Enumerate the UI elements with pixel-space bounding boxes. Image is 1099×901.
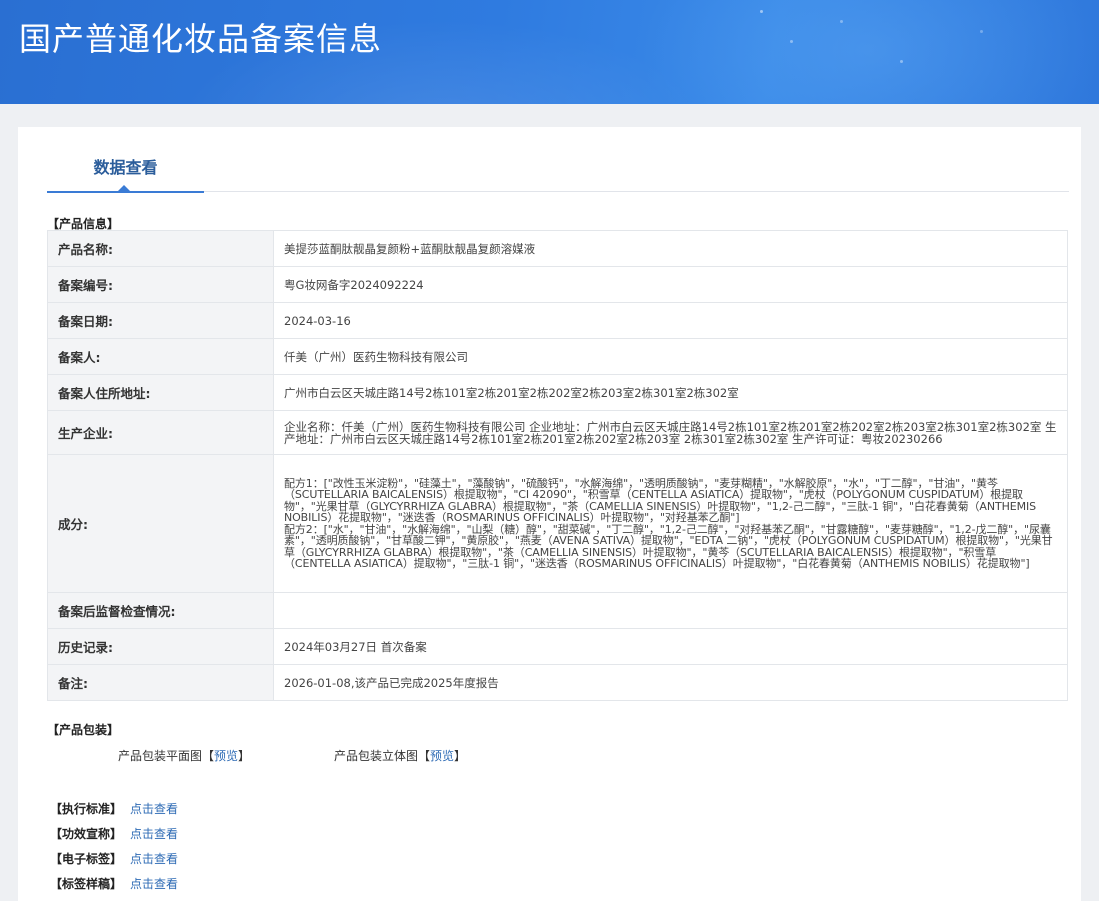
package-flat-label: 产品包装平面图 xyxy=(118,749,203,763)
content-panel: 数据查看 【产品信息】 产品名称: 美提莎蓝酮肽靓晶复颜粉+蓝酮肽靓晶复颜溶媒液… xyxy=(18,127,1081,901)
table-row: 备案编号: 粤G妆网备字2024092224 xyxy=(47,266,1068,303)
table-row: 历史记录: 2024年03月27日 首次备案 xyxy=(47,628,1068,665)
product-info-table: 产品名称: 美提莎蓝酮肽靓晶复颜粉+蓝酮肽靓晶复颜溶媒液 备案编号: 粤G妆网备… xyxy=(47,230,1068,701)
row-label: 备案日期: xyxy=(47,302,274,339)
row-value: 仟美（广州）医药生物科技有限公司 xyxy=(273,338,1068,375)
row-value: 2024-03-16 xyxy=(273,302,1068,339)
view-execution-standard-link[interactable]: 点击查看 xyxy=(130,802,178,816)
row-label: 备案编号: xyxy=(47,266,274,303)
bracket-open: 【 xyxy=(202,749,215,763)
page-title: 国产普通化妆品备案信息 xyxy=(19,20,383,58)
row-value: 广州市白云区天城庄路14号2栋101室2栋201室2栋202室2栋203室2栋3… xyxy=(273,374,1068,411)
view-efficacy-claim-link[interactable]: 点击查看 xyxy=(130,827,178,841)
row-value xyxy=(273,592,1068,629)
table-row: 备案后监督检查情况: xyxy=(47,592,1068,629)
standard-row-execution: 【执行标准】 点击查看 xyxy=(50,800,178,817)
standard-label: 【标签样稿】 xyxy=(50,877,123,891)
tab-data-view[interactable]: 数据查看 xyxy=(47,141,204,193)
header-banner: 国产普通化妆品备案信息 xyxy=(0,0,1099,104)
row-label: 历史记录: xyxy=(47,628,274,665)
banner-decoration xyxy=(640,0,1099,104)
table-row: 生产企业: 企业名称：仟美（广州）医药生物科技有限公司 企业地址：广州市白云区天… xyxy=(47,410,1068,455)
tab-label: 数据查看 xyxy=(93,158,158,177)
bracket-open: 【 xyxy=(418,749,431,763)
view-electronic-label-link[interactable]: 点击查看 xyxy=(130,852,178,866)
standard-row-label-draft: 【标签样稿】 点击查看 xyxy=(50,875,178,892)
row-label: 备案后监督检查情况: xyxy=(47,592,274,629)
row-label: 生产企业: xyxy=(47,410,274,455)
standard-row-e-label: 【电子标签】 点击查看 xyxy=(50,850,178,867)
row-label: 产品名称: xyxy=(47,230,274,267)
row-label: 成分: xyxy=(47,454,274,593)
standard-label: 【功效宣称】 xyxy=(50,827,123,841)
tab-bar: 数据查看 xyxy=(47,141,1069,193)
standard-label: 【执行标准】 xyxy=(50,802,123,816)
row-label: 备注: xyxy=(47,664,274,701)
package-solid-label: 产品包装立体图 xyxy=(334,749,419,763)
row-value: 2026-01-08,该产品已完成2025年度报告 xyxy=(273,664,1068,701)
bracket-close: 】 xyxy=(454,749,467,763)
row-value: 2024年03月27日 首次备案 xyxy=(273,628,1068,665)
row-value: 企业名称：仟美（广州）医药生物科技有限公司 企业地址：广州市白云区天城庄路14号… xyxy=(273,410,1068,455)
banner-decoration xyxy=(760,10,763,13)
view-label-draft-link[interactable]: 点击查看 xyxy=(130,877,178,891)
package-solid-preview-link[interactable]: 预览 xyxy=(430,749,454,763)
standard-row-efficacy: 【功效宣称】 点击查看 xyxy=(50,825,178,842)
row-value: 美提莎蓝酮肽靓晶复颜粉+蓝酮肽靓晶复颜溶媒液 xyxy=(273,230,1068,267)
table-row: 备案日期: 2024-03-16 xyxy=(47,302,1068,339)
section-title-packaging: 【产品包装】 xyxy=(47,723,120,737)
row-value: 配方1：["改性玉米淀粉"，"硅藻土"，"藻酸钠"，"硫酸钙"，"水解海绵"，"… xyxy=(273,454,1068,593)
row-label: 备案人住所地址: xyxy=(47,374,274,411)
table-row: 备注: 2026-01-08,该产品已完成2025年度报告 xyxy=(47,664,1068,701)
table-row: 备案人住所地址: 广州市白云区天城庄路14号2栋101室2栋201室2栋202室… xyxy=(47,374,1068,411)
table-row: 产品名称: 美提莎蓝酮肽靓晶复颜粉+蓝酮肽靓晶复颜溶媒液 xyxy=(47,230,1068,267)
tab-caret-icon xyxy=(118,185,130,191)
package-flat-preview-link[interactable]: 预览 xyxy=(214,749,238,763)
table-row: 成分: 配方1：["改性玉米淀粉"，"硅藻土"，"藻酸钠"，"硫酸钙"，"水解海… xyxy=(47,454,1068,593)
row-value: 粤G妆网备字2024092224 xyxy=(273,266,1068,303)
standard-label: 【电子标签】 xyxy=(50,852,123,866)
row-label: 备案人: xyxy=(47,338,274,375)
table-row: 备案人: 仟美（广州）医药生物科技有限公司 xyxy=(47,338,1068,375)
package-solid-view: 产品包装立体图【预览】 xyxy=(334,747,466,764)
package-flat-view: 产品包装平面图【预览】 xyxy=(118,747,250,764)
bracket-close: 】 xyxy=(238,749,251,763)
